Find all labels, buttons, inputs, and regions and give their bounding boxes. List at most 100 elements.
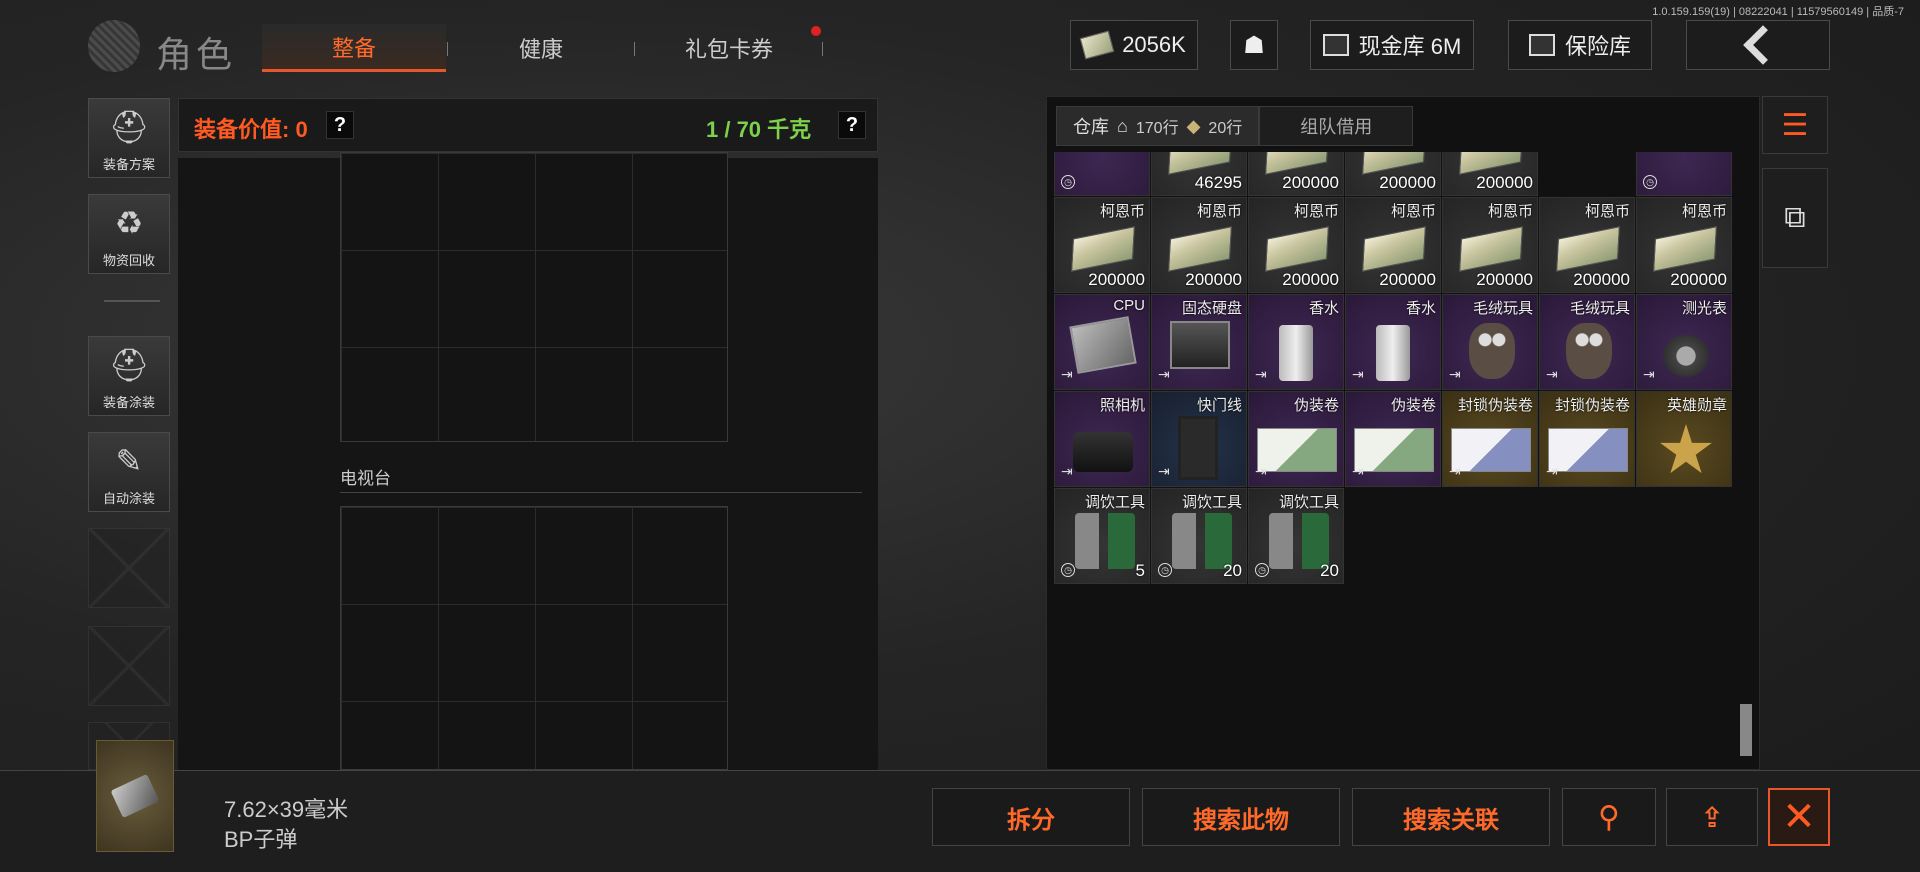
exit-icon: ⇥ xyxy=(1255,463,1267,479)
weight-help-button[interactable]: ? xyxy=(838,111,866,139)
inventory-tabs: 仓库 ⌂ 170行 ◆ 20行 组队借用 xyxy=(1056,106,1414,146)
item-image xyxy=(1354,428,1434,472)
item-name: 柯恩币 xyxy=(1293,203,1339,220)
safe-vault-label: 保险库 xyxy=(1564,34,1631,59)
item-name: 快门线 xyxy=(1196,397,1242,414)
inventory-item[interactable]: 封锁伪装卷 ⇥ xyxy=(1442,391,1538,487)
layers-download-icon: ⧉ xyxy=(1784,201,1806,234)
inventory-item[interactable]: 46295 xyxy=(1151,152,1247,196)
search-icon: ⚲ xyxy=(1598,800,1620,834)
bag-icon: ◆ xyxy=(1186,115,1201,136)
sidebar-item-recycle[interactable]: ♻ 物资回收 xyxy=(88,194,170,274)
currency-display[interactable]: 2056K xyxy=(1070,20,1198,70)
value-help-button[interactable]: ? xyxy=(326,111,354,139)
cash-vault-button[interactable]: 现金库 6M xyxy=(1310,20,1474,70)
helmet-plan-icon: ⛑ xyxy=(108,108,150,145)
inventory-item[interactable]: 毛绒玩具 ⇥ xyxy=(1539,294,1635,390)
item-name: 香水 xyxy=(1308,300,1339,317)
tab-gift-cards[interactable]: 礼包卡券 xyxy=(638,24,820,72)
agent-icon: ☗ xyxy=(1243,31,1265,59)
tab-warehouse[interactable]: 仓库 ⌂ 170行 ◆ 20行 xyxy=(1056,106,1260,146)
exit-icon: ⇥ xyxy=(1352,463,1364,479)
inventory-scrollbar[interactable] xyxy=(1740,704,1752,756)
item-name: 固态硬盘 xyxy=(1181,300,1242,317)
inventory-item[interactable]: 柯恩币 200000 xyxy=(1248,197,1344,293)
split-button[interactable]: 拆分 xyxy=(932,788,1130,846)
inventory-item[interactable]: 柯恩币 200000 xyxy=(1151,197,1247,293)
item-count: 200000 xyxy=(1476,270,1533,289)
search-this-button[interactable]: 搜索此物 xyxy=(1142,788,1340,846)
tab-separator xyxy=(634,42,635,56)
item-image xyxy=(1663,335,1709,377)
tab-team-borrow[interactable]: 组队借用 xyxy=(1259,106,1414,146)
exit-icon: ⇥ xyxy=(1061,463,1073,479)
ammo-box-icon xyxy=(110,773,160,819)
search-button[interactable]: ⚲ xyxy=(1562,788,1656,846)
inventory-item[interactable]: 柯恩币 200000 xyxy=(1442,197,1538,293)
inventory-item[interactable]: 调饮工具 20 ◷ xyxy=(1248,488,1344,584)
inventory-item[interactable]: CPU ⇥ xyxy=(1054,294,1150,390)
inventory-item[interactable]: 测光表 ⇥ xyxy=(1636,294,1732,390)
tab-separator xyxy=(822,42,823,56)
search-related-button[interactable]: 搜索关联 xyxy=(1352,788,1550,846)
selected-item-thumbnail[interactable] xyxy=(96,740,174,852)
sidebar-item-paint[interactable]: ⛑ 装备涂装 xyxy=(88,336,170,416)
safe-icon xyxy=(1528,34,1555,56)
item-image xyxy=(1069,316,1137,374)
inventory-item[interactable]: 柯恩币 200000 xyxy=(1539,197,1635,293)
cash-vault-label: 现金库 6M xyxy=(1358,34,1462,59)
inventory-item[interactable]: 200000 xyxy=(1248,152,1344,196)
sell-button[interactable]: ⇪ xyxy=(1666,788,1758,846)
inventory-item[interactable]: 200000 xyxy=(1442,152,1538,196)
tv-station-slot-grid[interactable] xyxy=(340,506,728,770)
item-count: 200000 xyxy=(1670,270,1727,289)
home-rows: 170行 xyxy=(1135,120,1179,137)
item-image xyxy=(1653,226,1717,272)
exit-icon: ⇥ xyxy=(1061,366,1073,382)
inventory-item[interactable]: 香水 ⇥ xyxy=(1345,294,1441,390)
inventory-item[interactable]: 柯恩币 200000 xyxy=(1054,197,1150,293)
item-name: 柯恩币 xyxy=(1390,203,1436,220)
inventory-item[interactable]: 伪装卷 ⇥ xyxy=(1345,391,1441,487)
sidebar-item-auto-paint[interactable]: ✎ 自动涂装 xyxy=(88,432,170,512)
agent-button[interactable]: ☗ xyxy=(1230,20,1278,70)
sidebar-empty-slot xyxy=(88,626,170,706)
item-image xyxy=(1075,513,1135,569)
tab-equip[interactable]: 整备 xyxy=(262,24,446,72)
inventory-item[interactable]: 柯恩币 200000 xyxy=(1636,197,1732,293)
item-count: 200000 xyxy=(1282,270,1339,289)
inventory-item[interactable]: 调饮工具 20 ◷ xyxy=(1151,488,1247,584)
inventory-item[interactable]: 柯恩币 200000 xyxy=(1345,197,1441,293)
item-name: 英雄勋章 xyxy=(1666,397,1727,414)
stash-collect-button[interactable]: ⧉ xyxy=(1762,168,1828,268)
item-image xyxy=(1548,428,1628,472)
exit-icon: ⇥ xyxy=(1643,366,1655,382)
inventory-item[interactable]: 封锁伪装卷 ⇥ xyxy=(1539,391,1635,487)
inventory-item[interactable]: 毛绒玩具 ⇥ xyxy=(1442,294,1538,390)
inventory-item[interactable]: ◷ xyxy=(1054,152,1150,196)
equipment-slot-grid[interactable] xyxy=(340,152,728,442)
sort-button[interactable]: ☰ xyxy=(1762,96,1828,154)
inventory-item[interactable]: 200000 xyxy=(1345,152,1441,196)
back-button[interactable] xyxy=(1686,20,1830,70)
inventory-item[interactable]: 伪装卷 ⇥ xyxy=(1248,391,1344,487)
inventory-item[interactable]: ◷ xyxy=(1636,152,1732,196)
inventory-item[interactable]: 调饮工具 5 ◷ xyxy=(1054,488,1150,584)
inventory-item[interactable]: 固态硬盘 ⇥ xyxy=(1151,294,1247,390)
tab-health[interactable]: 健康 xyxy=(450,24,632,72)
item-name: 香水 xyxy=(1405,300,1436,317)
section-divider xyxy=(340,492,862,493)
safe-vault-button[interactable]: 保险库 xyxy=(1508,20,1652,70)
item-image xyxy=(1265,226,1329,272)
inventory-item[interactable]: 照相机 ⇥ xyxy=(1054,391,1150,487)
inventory-item[interactable]: 快门线 ⇥ xyxy=(1151,391,1247,487)
close-button[interactable]: ✕ xyxy=(1768,788,1830,846)
exit-icon: ⇥ xyxy=(1449,463,1461,479)
inventory-item[interactable]: 香水 ⇥ xyxy=(1248,294,1344,390)
item-name: 封锁伪装卷 xyxy=(1554,397,1630,414)
cash-vault-icon xyxy=(1322,34,1349,56)
sidebar-item-loadout-plan[interactable]: ⛑ 装备方案 xyxy=(88,98,170,178)
inventory-item[interactable]: 英雄勋章 xyxy=(1636,391,1732,487)
item-image xyxy=(1459,152,1523,175)
version-text: 1.0.159.159(19) | 08222041 | 11579560149… xyxy=(1652,6,1904,18)
